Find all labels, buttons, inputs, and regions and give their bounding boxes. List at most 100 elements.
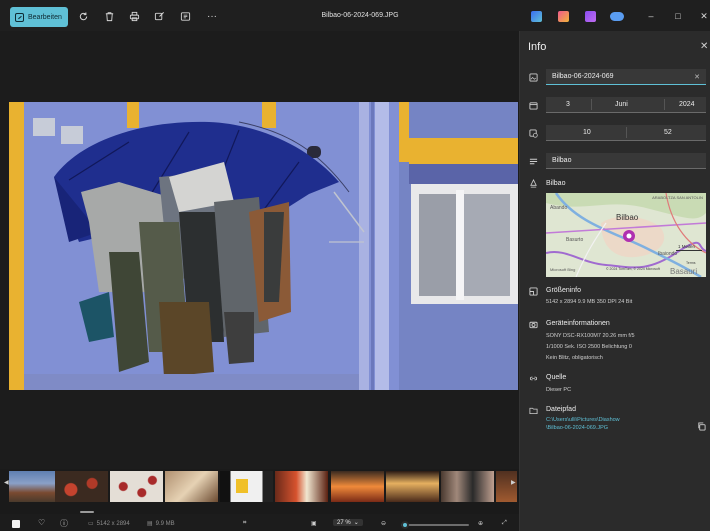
date-day[interactable]: 3 xyxy=(566,101,570,108)
fullscreen-icon[interactable]: ⤢ xyxy=(502,520,507,527)
thumbnail[interactable] xyxy=(275,471,328,502)
date-year[interactable]: 2024 xyxy=(679,101,695,108)
thumbnail[interactable] xyxy=(55,471,108,502)
filmstrip-left-arrow-icon[interactable]: ◀ xyxy=(4,479,9,486)
path-link-line-2[interactable]: \Bilbao-06-2024-069.JPG xyxy=(546,425,608,431)
source-value: Dieser PC xyxy=(546,387,572,393)
map-provider-logo: Microsoft Bing xyxy=(550,267,576,272)
delete-icon[interactable] xyxy=(102,9,116,23)
map-place: ARABOLTZA SAN ANTOLIN xyxy=(652,195,703,200)
caption-input[interactable]: Bilbao xyxy=(546,153,706,169)
thumbnail[interactable] xyxy=(496,471,517,502)
map-city-label: Bilbao xyxy=(616,213,639,222)
link-icon xyxy=(529,374,538,383)
map-scale: 1 Meilen xyxy=(678,244,696,249)
thumbnail[interactable] xyxy=(110,471,163,502)
thumbnail[interactable] xyxy=(441,471,494,502)
clear-icon[interactable]: ✕ xyxy=(694,73,700,81)
time-picker[interactable]: 10 52 xyxy=(546,125,706,141)
time-hour[interactable]: 10 xyxy=(583,129,591,136)
chevron-down-icon: ⌄ xyxy=(353,520,359,526)
size-icon xyxy=(529,287,538,296)
thumbnail[interactable] xyxy=(386,471,439,502)
slideshow-icon[interactable] xyxy=(178,9,192,23)
device-line-3: Kein Blitz, obligatorisch xyxy=(546,355,603,361)
window-title: Bilbao-06-2024-069.JPG xyxy=(321,12,399,19)
file-name-input[interactable]: Bilbao-06-2024-069 ✕ xyxy=(546,69,706,85)
folder-icon xyxy=(529,406,538,415)
zoom-out-icon[interactable]: ⊖ xyxy=(381,520,386,527)
zoom-value: 27 % xyxy=(337,519,351,526)
size-details: 5142 x 2894 9.9 MB 350 DPI 24 Bit xyxy=(546,299,633,305)
time-minute[interactable]: 52 xyxy=(664,129,672,136)
edit-icon[interactable] xyxy=(152,9,166,23)
print-icon[interactable] xyxy=(127,9,141,23)
main-photo xyxy=(9,102,518,390)
device-icon xyxy=(529,320,538,329)
map-place: Ibaiondo xyxy=(658,251,678,257)
close-icon[interactable]: ✕ xyxy=(700,41,708,52)
status-bar: ♡ ⓘ ▭ 5142 x 2894 ▤ 9.9 MB ⌗ ▣ 27 % ⌄ ⊖ … xyxy=(0,516,519,531)
date-picker[interactable]: 3 Juni 2024 xyxy=(546,97,706,113)
image-icon xyxy=(529,73,538,82)
map-terms[interactable]: Terms xyxy=(686,261,696,265)
map-copyright: © 2024 TomTom, © 2024 Microsoft xyxy=(606,267,660,271)
location-map[interactable]: Bilbao Abando Basurto Ibaiondo ARABOLTZA… xyxy=(546,193,706,277)
app-icon-photos[interactable] xyxy=(531,11,542,22)
minimize-icon[interactable]: – xyxy=(644,9,658,23)
filesize-text: 9.9 MB xyxy=(155,520,175,527)
actual-size-icon[interactable]: ▣ xyxy=(311,520,317,527)
clock-icon xyxy=(529,129,538,138)
info-panel: Info ✕ Bilbao-06-2024-069 ✕ 3 Juni 2024 … xyxy=(519,31,710,531)
device-line-2: 1/1000 Sek. ISO 2500 Belichtung 0 xyxy=(546,344,632,350)
caption-value: Bilbao xyxy=(552,157,572,164)
filesize-icon: ▤ xyxy=(147,521,153,527)
rotate-icon[interactable] xyxy=(76,9,90,23)
filmstrip-right-arrow-icon[interactable]: ▶ xyxy=(511,479,516,486)
date-month[interactable]: Juni xyxy=(615,101,628,108)
zoom-slider-thumb[interactable] xyxy=(401,521,410,529)
pen-icon xyxy=(15,12,24,22)
file-name-value: Bilbao-06-2024-069 xyxy=(552,73,614,80)
image-viewer[interactable] xyxy=(0,31,519,469)
app-icon-clipchamp[interactable] xyxy=(585,11,596,22)
title-bar: Bearbeiten ··· Bilbao-06-2024-069.JPG – … xyxy=(0,0,710,31)
filmstrip: ◀ ▶ xyxy=(0,469,519,514)
thumbnail[interactable] xyxy=(165,471,218,502)
map-corner-place: Basauri xyxy=(670,267,698,276)
calendar-icon xyxy=(529,101,538,110)
map-place: Basurto xyxy=(566,237,584,243)
edit-button[interactable]: Bearbeiten xyxy=(10,7,68,27)
heart-icon[interactable]: ♡ xyxy=(38,518,45,527)
caption-icon xyxy=(529,157,538,166)
dimensions-text: 5142 x 2894 xyxy=(96,520,130,527)
thumbnail[interactable] xyxy=(220,471,273,502)
dimensions-icon: ▭ xyxy=(88,521,94,527)
map-place: Abando xyxy=(550,205,568,211)
size-label: Größeninfo xyxy=(546,287,582,294)
location-icon xyxy=(529,179,538,188)
maximize-icon[interactable]: □ xyxy=(671,9,685,23)
path-link-line-1[interactable]: C:\Users\ulli\Pictures\Diashow xyxy=(546,417,620,423)
close-icon[interactable]: ✕ xyxy=(697,9,710,23)
edit-button-label: Bearbeiten xyxy=(28,13,62,21)
zoom-dropdown[interactable]: 27 % ⌄ xyxy=(333,519,363,526)
more-icon[interactable]: ··· xyxy=(205,9,219,23)
info-icon[interactable]: ⓘ xyxy=(60,518,68,529)
copy-icon[interactable] xyxy=(697,422,706,431)
filmstrip-scrollbar[interactable] xyxy=(80,511,94,513)
path-label: Dateipfad xyxy=(546,406,576,413)
select-checkbox[interactable] xyxy=(12,520,20,528)
fit-icon[interactable]: ⌗ xyxy=(243,520,246,527)
zoom-slider[interactable] xyxy=(401,521,469,529)
zoom-in-icon[interactable]: ⊕ xyxy=(478,520,483,527)
device-line-1: SONY DSC-RX100M7 20.26 mm f/5 xyxy=(546,333,635,339)
info-panel-title: Info xyxy=(528,41,547,53)
source-label: Quelle xyxy=(546,374,567,381)
map-scale-bar xyxy=(676,250,702,251)
app-icon-designer[interactable] xyxy=(558,11,569,22)
device-label: Geräteinformationen xyxy=(546,320,610,327)
thumbnail[interactable] xyxy=(331,471,384,502)
cloud-icon[interactable] xyxy=(610,12,624,21)
location-label: Bilbao xyxy=(546,180,566,187)
